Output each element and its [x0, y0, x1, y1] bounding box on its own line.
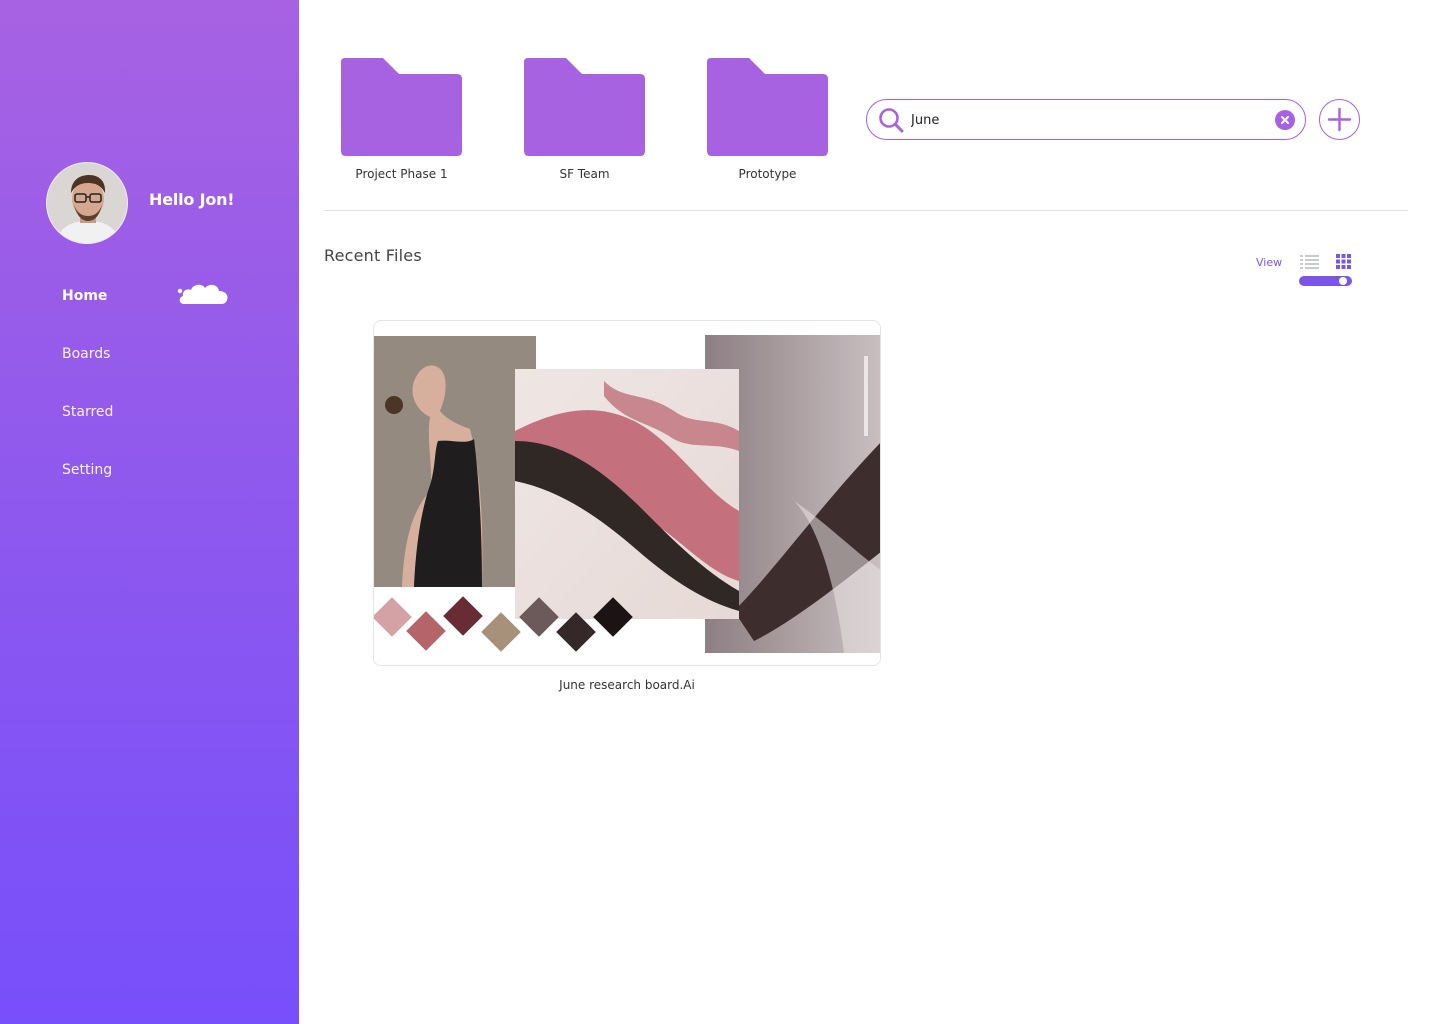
recent-files-title: Recent Files: [324, 246, 422, 265]
sidebar-item-home[interactable]: Home: [62, 288, 107, 304]
avatar[interactable]: [46, 162, 128, 244]
greeting: Hello Jon!: [149, 190, 235, 209]
add-button[interactable]: [1319, 99, 1360, 140]
folder-label: SF Team: [559, 167, 610, 181]
folder-icon: [707, 58, 828, 156]
search-bar: [866, 99, 1306, 140]
avatar-image: [47, 163, 127, 243]
close-icon: [1281, 116, 1289, 124]
moodboard-thumbnail: [374, 321, 880, 665]
sidebar-item-boards[interactable]: Boards: [62, 346, 110, 362]
file-card[interactable]: [373, 320, 881, 666]
folder-project-phase-1[interactable]: Project Phase 1: [341, 58, 462, 181]
view-toggle[interactable]: [1299, 276, 1352, 286]
sidebar-item-starred[interactable]: Starred: [62, 404, 113, 420]
folder-sf-team[interactable]: SF Team: [524, 58, 645, 181]
divider: [324, 210, 1408, 211]
view-toggle-knob: [1339, 277, 1347, 285]
search-input[interactable]: [911, 110, 1261, 130]
view-label: View: [1256, 256, 1283, 269]
sidebar-item-setting[interactable]: Setting: [62, 462, 112, 478]
cloud-icon: [177, 284, 228, 304]
folder-label: Project Phase 1: [355, 167, 448, 181]
plus-icon: [1327, 107, 1352, 132]
sidebar: Hello Jon! Home Boards Starred Setting: [0, 0, 299, 1024]
folder-icon: [524, 58, 645, 156]
search-icon: [879, 108, 904, 133]
clear-search-button[interactable]: [1275, 110, 1295, 130]
folder-label: Prototype: [738, 167, 797, 181]
list-view-icon[interactable]: [1300, 255, 1319, 269]
folder-prototype[interactable]: Prototype: [707, 58, 828, 181]
file-name: June research board.Ai: [559, 678, 695, 692]
folder-icon: [341, 58, 462, 156]
grid-view-icon[interactable]: [1336, 254, 1351, 269]
